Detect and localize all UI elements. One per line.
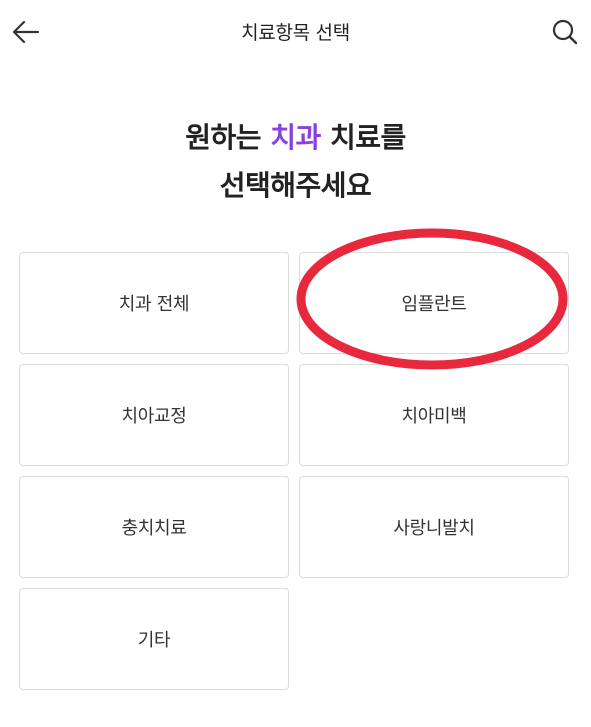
screen: 치료항목 선택 원하는 치과 치료를 선택해주세요 치과 전체 임플란트 치아교… — [0, 0, 591, 727]
option-cavity-treatment[interactable]: 충치치료 — [19, 476, 289, 578]
headline-post: 치료를 — [320, 121, 406, 154]
option-all-dental[interactable]: 치과 전체 — [19, 252, 289, 354]
headline-line-1: 원하는 치과 치료를 — [0, 114, 591, 162]
search-button[interactable] — [545, 12, 585, 52]
option-wisdom-tooth-extraction[interactable]: 사랑니발치 — [299, 476, 569, 578]
option-orthodontics[interactable]: 치아교정 — [19, 364, 289, 466]
option-other[interactable]: 기타 — [19, 588, 289, 690]
search-icon — [552, 19, 578, 45]
option-implant[interactable]: 임플란트 — [299, 252, 569, 354]
headline-line-2: 선택해주세요 — [219, 169, 372, 202]
headline: 원하는 치과 치료를 선택해주세요 — [0, 114, 591, 210]
option-whitening[interactable]: 치아미백 — [299, 364, 569, 466]
header: 치료항목 선택 — [0, 0, 591, 62]
headline-accent: 치과 — [270, 121, 321, 154]
page-title: 치료항목 선택 — [241, 22, 350, 44]
headline-pre: 원하는 — [185, 121, 271, 154]
